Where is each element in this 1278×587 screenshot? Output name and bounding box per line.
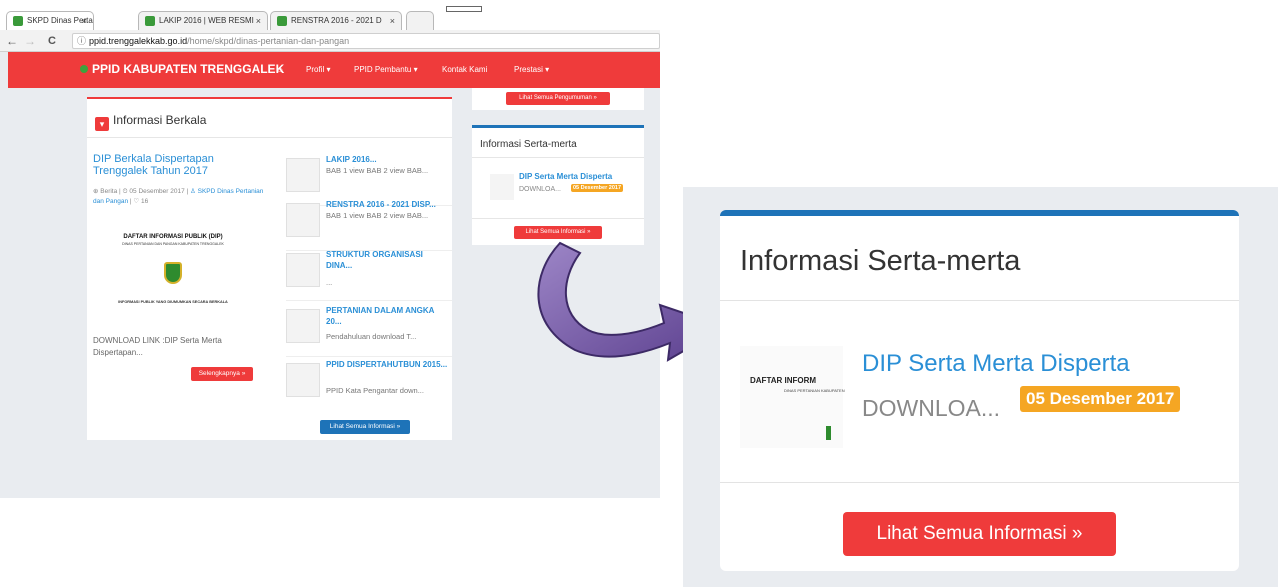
item-title-link[interactable]: DIP Serta Merta Disperta [862, 350, 1130, 378]
featured-meta: ⊕ Berita | ⏲ 05 Desember 2017 | ♙ SKPD D… [93, 187, 273, 207]
image-footer: INFORMASI PUBLIK YANG DIUMUMKAN SECARA B… [118, 300, 228, 304]
forward-icon[interactable]: → [24, 33, 36, 49]
divider [472, 157, 644, 158]
emblem-icon [826, 426, 831, 440]
informasi-berkala-panel: ▾ Informasi Berkala DIP Berkala Dispertap… [87, 97, 452, 440]
url-host: ppid.trenggalekkab.go.id [89, 36, 188, 46]
favicon-icon [277, 16, 287, 26]
divider [87, 137, 452, 138]
serta-merta-panel-zoomed: Informasi Serta-merta DAFTAR INFORM DINA… [720, 210, 1239, 571]
site-brand[interactable]: PPID KABUPATEN TRENGGALEK [80, 62, 284, 76]
panel-heading: Informasi Serta-merta [480, 139, 577, 150]
panel-heading: ▾ Informasi Berkala [95, 113, 206, 131]
brand-label: PPID KABUPATEN TRENGGALEK [92, 62, 285, 76]
tab-skpd[interactable]: SKPD Dinas Pertanian da × [6, 11, 94, 30]
list-item-title[interactable]: STRUKTUR ORGANISASI DINA... [326, 249, 448, 271]
list-item[interactable]: PPID DISPERTAHUTBUN 2015... PPID Kata Pe… [286, 359, 448, 411]
item-desc: DOWNLOA... [862, 395, 1001, 421]
nav-ppid-pembantu[interactable]: PPID Pembantu ▾ [354, 65, 418, 74]
address-bar: ← → C ⓘ ppid.trenggalekkab.go.id/home/sk… [0, 30, 660, 52]
favicon-icon [145, 16, 155, 26]
divider [472, 218, 644, 219]
panel-heading: Informasi Serta-merta [740, 245, 1021, 277]
view-all-info-button[interactable]: Lihat Semua Informasi » [843, 512, 1116, 556]
date-badge: 05 Desember 2017 [1020, 386, 1181, 412]
reload-icon[interactable]: C [48, 33, 56, 49]
thumbnail [286, 158, 320, 192]
divider [286, 356, 452, 357]
list-item-desc: BAB 1 view BAB 2 view BAB... [326, 211, 429, 220]
info-icon[interactable]: ⓘ [77, 34, 86, 48]
tab-renstra[interactable]: RENSTRA 2016 - 2021 D × [270, 11, 402, 30]
list-item-desc: Pendahuluan download T... [326, 332, 417, 341]
list-item-title[interactable]: LAKIP 2016... [326, 154, 448, 165]
pocket-icon: ▾ [95, 117, 109, 131]
featured-image[interactable]: DAFTAR INFORMASI PUBLIK (DIP) DINAS PERT… [93, 224, 253, 314]
new-tab-button[interactable] [406, 11, 434, 30]
back-icon[interactable]: ← [6, 33, 18, 49]
meta-text: ⊕ Berita | ⏲ 05 Desember 2017 | [93, 188, 190, 195]
thumbnail [286, 253, 320, 287]
image-title: DAFTAR INFORMASI PUBLIK (DIP) [123, 234, 223, 240]
image-subtitle: DINAS PERTANIAN DAN PANGAN KABUPATEN TRE… [122, 242, 224, 246]
list-item-title[interactable]: RENSTRA 2016 - 2021 DISP... [326, 199, 448, 210]
list-item[interactable]: STRUKTUR ORGANISASI DINA... ... [286, 249, 452, 301]
thumbnail [286, 363, 320, 397]
read-more-button[interactable]: Selengkapnya » [191, 367, 253, 381]
tab-label: LAKIP 2016 | WEB RESMI [159, 16, 254, 25]
minimize-icon[interactable] [446, 6, 482, 12]
url-path: /home/skpd/dinas-pertanian-dan-pangan [187, 36, 350, 46]
nav-kontak-kami[interactable]: Kontak Kami [442, 65, 487, 74]
tab-label: RENSTRA 2016 - 2021 D [291, 16, 382, 25]
thumbnail-text: DAFTAR INFORM [750, 376, 817, 385]
nav-profil[interactable]: Profil ▾ [306, 65, 330, 74]
list-item-desc: PPID Kata Pengantar down... [326, 386, 424, 395]
thumbnail[interactable] [490, 174, 514, 200]
list-item-desc: ... [326, 278, 333, 287]
site-navbar: PPID KABUPATEN TRENGGALEK ⌂ Profil ▾ PPI… [8, 52, 660, 88]
divider [720, 300, 1239, 301]
close-tab-icon[interactable]: × [256, 12, 261, 30]
tab-lakip[interactable]: LAKIP 2016 | WEB RESMI × [138, 11, 268, 30]
favicon-icon [13, 16, 23, 26]
item-desc: DOWNLOA... [519, 186, 562, 193]
list-item[interactable]: RENSTRA 2016 - 2021 DISP... BAB 1 view B… [286, 199, 452, 251]
thumbnail [286, 203, 320, 237]
tab-strip: SKPD Dinas Pertanian da × LAKIP 2016 | W… [0, 0, 660, 30]
url-field[interactable]: ⓘ ppid.trenggalekkab.go.id/home/skpd/din… [72, 33, 660, 49]
list-item-title[interactable]: PERTANIAN DALAM ANGKA 20... [326, 305, 448, 327]
serta-merta-panel-small: Informasi Serta-merta DIP Serta Merta Di… [472, 125, 644, 245]
view-all-announcements-button[interactable]: Lihat Semua Pengumuman » [506, 92, 610, 105]
pengumuman-panel-footer: Lihat Semua Pengumuman » [472, 88, 644, 110]
logo-icon [80, 65, 88, 73]
divider [286, 300, 452, 301]
thumbnail [286, 309, 320, 343]
thumbnail[interactable]: DAFTAR INFORM DINAS PERTANIAN KABUPATEN [740, 346, 845, 448]
regency-emblem-icon [164, 262, 182, 284]
nav-prestasi[interactable]: Prestasi ▾ [514, 65, 549, 74]
home-icon[interactable]: ⌂ [278, 65, 283, 74]
featured-description: DOWNLOAD LINK :DIP Serta Merta Dispertap… [93, 336, 222, 357]
item-title-link[interactable]: DIP Serta Merta Disperta [519, 172, 612, 181]
featured-title-link[interactable]: DIP Berkala Dispertapan Trenggalek Tahun… [93, 153, 263, 177]
close-tab-icon[interactable]: × [390, 12, 395, 30]
close-tab-icon[interactable]: × [82, 12, 87, 30]
divider [720, 482, 1239, 483]
list-item[interactable]: PERTANIAN DALAM ANGKA 20... Pendahuluan … [286, 305, 452, 357]
panel-heading-label: Informasi Berkala [113, 113, 207, 127]
date-badge: 05 Desember 2017 [571, 184, 624, 192]
like-count: | ♡ 16 [128, 198, 149, 205]
list-item-desc: BAB 1 view BAB 2 view BAB... [326, 166, 429, 175]
thumbnail-subtext: DINAS PERTANIAN KABUPATEN [784, 388, 845, 393]
view-all-info-button[interactable]: Lihat Semua Informasi » [320, 420, 410, 434]
list-item-title[interactable]: PPID DISPERTAHUTBUN 2015... [326, 359, 448, 370]
